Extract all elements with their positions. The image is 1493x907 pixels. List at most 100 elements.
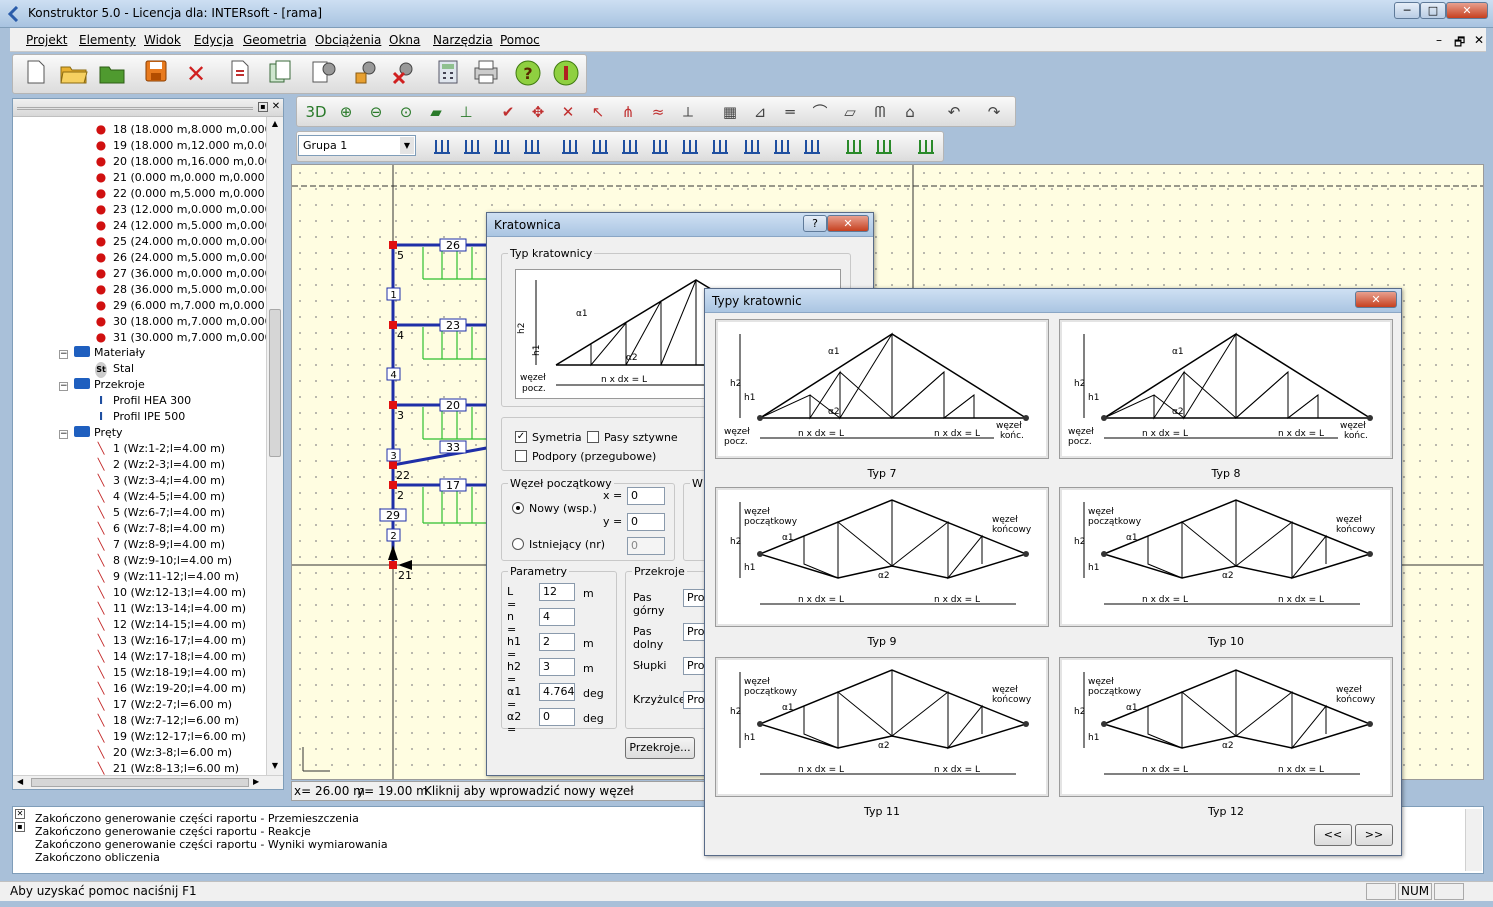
truss-type-card[interactable]: h2 h1 α1 α2 węzeł początkowy węzeł końcowy n x d…	[715, 657, 1049, 797]
tree-close-button[interactable]: ✕	[271, 102, 281, 112]
truss-type-card[interactable]: h2 h1 α1 α2 węzeł początkowy węzeł końcowy n x d…	[715, 487, 1049, 627]
load-temp-icon[interactable]	[559, 137, 581, 157]
roof-icon[interactable]: ⌂	[899, 102, 921, 122]
tree-item-node[interactable]: ● 27 (36.000 m,0.000 m,0.000 m)	[95, 265, 283, 281]
mdi-minimize-button[interactable]: –	[1436, 33, 1442, 47]
tree-item-bar[interactable]: ╲ 9 (Wz:11-12;l=4.00 m)	[95, 569, 239, 585]
mdi-restore-button[interactable]: 🗗	[1454, 33, 1465, 54]
tree-item-bar[interactable]: ╲ 1 (Wz:1-2;l=4.00 m)	[95, 441, 225, 457]
load-node1-icon[interactable]	[679, 137, 701, 157]
collapse-icon[interactable]: −	[59, 430, 68, 439]
zoom-fit-icon[interactable]: ⊙	[395, 102, 417, 122]
nr-input[interactable]: 0	[627, 537, 665, 555]
load-trap-icon[interactable]	[619, 137, 641, 157]
tree-item-bar[interactable]: ╲ 11 (Wz:13-14;l=4.00 m)	[95, 601, 246, 617]
tree-item-node[interactable]: ● 30 (18.000 m,7.000 m,0.000 m)	[95, 313, 283, 329]
menu-geometria[interactable]: Geometria	[243, 33, 306, 47]
maximize-button[interactable]: □	[1420, 2, 1446, 19]
tree-item-node[interactable]: ● 18 (18.000 m,8.000 m,0.000 m)	[95, 121, 283, 137]
tree-item-bar[interactable]: ╲ 4 (Wz:4-5;l=4.00 m)	[95, 489, 225, 505]
chevron-down-icon[interactable]: ▼	[400, 137, 414, 154]
delete-icon[interactable]: ✕	[181, 59, 211, 89]
log-restore-button[interactable]: ▪	[15, 822, 25, 832]
beam-view-icon[interactable]: ▰	[425, 102, 447, 122]
tree-hscroll-thumb[interactable]	[31, 778, 249, 787]
copy-icon[interactable]	[265, 59, 295, 89]
print-icon[interactable]	[471, 59, 501, 89]
tools-icon[interactable]	[351, 59, 381, 89]
param-input[interactable]: 4.764	[539, 683, 575, 701]
info-icon[interactable]	[551, 59, 581, 89]
calculator-icon[interactable]	[433, 59, 463, 89]
save-icon[interactable]	[141, 59, 171, 89]
scroll-left-icon[interactable]: ◀	[17, 777, 23, 786]
tree-item-material[interactable]: St Stal	[95, 361, 134, 378]
load-edit-icon[interactable]	[649, 137, 671, 157]
calc-gear2-icon[interactable]	[873, 137, 895, 157]
param-input[interactable]: 0	[539, 708, 575, 726]
truss-type-card[interactable]: h2 h1 α1 α2 węzeł początkowy węzeł końcowy n x d…	[1059, 657, 1393, 797]
menu-widok[interactable]: Widok	[144, 33, 181, 47]
tree-folder-materials[interactable]: − Materiały	[59, 345, 145, 361]
next-button[interactable]: >>	[1355, 824, 1393, 846]
load-point-icon[interactable]	[491, 137, 513, 157]
tree-item-bar[interactable]: ╲ 12 (Wz:14-15;l=4.00 m)	[95, 617, 246, 633]
tree-hscrollbar[interactable]: ◀ ▶	[13, 775, 283, 789]
tree-item-bar[interactable]: ╲ 17 (Wz:2-7;l=6.00 m)	[95, 697, 232, 713]
log-vscrollbar[interactable]	[1465, 809, 1482, 871]
close-button[interactable]: ✕	[1446, 2, 1488, 19]
truss-type-card[interactable]: h2 h1 α1 α2 węzeł pocz. węzeł końc. n x dx = Ln …	[715, 319, 1049, 459]
param-input[interactable]: 12	[539, 583, 575, 601]
tree-item-node[interactable]: ● 21 (0.000 m,0.000 m,0.000 m)	[95, 169, 283, 185]
tree-item-bar[interactable]: ╲ 3 (Wz:3-4;l=4.00 m)	[95, 473, 225, 489]
istniejacy-radio[interactable]	[512, 538, 524, 550]
tree-item-bar[interactable]: ╲ 16 (Wz:19-20;l=4.00 m)	[95, 681, 246, 697]
export-icon[interactable]	[225, 59, 255, 89]
load-moment-icon[interactable]	[521, 137, 543, 157]
tree-item-bar[interactable]: ╲ 18 (Wz:7-12;l=6.00 m)	[95, 713, 239, 729]
open-folder-icon[interactable]	[59, 59, 89, 89]
frame-icon[interactable]: ⟂	[677, 102, 699, 122]
truss-type-card[interactable]: h2 h1 α1 α2 węzeł początkowy węzeł końcowy n x d…	[1059, 487, 1393, 627]
tree-item-bar[interactable]: ╲ 20 (Wz:3-8;l=6.00 m)	[95, 745, 232, 761]
menu-elementy[interactable]: Elementy	[79, 33, 136, 47]
tree-gripper[interactable]	[17, 107, 253, 110]
arc-icon[interactable]: ⌒	[809, 102, 831, 122]
menu-narzedzia[interactable]: Narzędzia	[433, 33, 493, 47]
kratownica-close-button[interactable]: ✕	[827, 215, 869, 232]
load-paste-icon[interactable]	[771, 137, 793, 157]
tree-item-bar[interactable]: ╲ 14 (Wz:17-18;l=4.00 m)	[95, 649, 246, 665]
tools-delete-icon[interactable]	[389, 59, 419, 89]
tree-item-bar[interactable]: ╲ 10 (Wz:12-13;l=4.00 m)	[95, 585, 246, 601]
przekroje-button[interactable]: Przekroje...	[625, 737, 695, 759]
log-close-button[interactable]: ✕	[15, 809, 25, 819]
y-input[interactable]: 0	[627, 513, 665, 531]
load-bar-icon[interactable]	[589, 137, 611, 157]
podpory-checkbox[interactable]	[515, 450, 527, 462]
tree-item-bar[interactable]: ╲ 19 (Wz:12-17;l=6.00 m)	[95, 729, 246, 745]
beam-icon[interactable]: ═	[779, 102, 801, 122]
param-input[interactable]: 4	[539, 608, 575, 626]
group-select[interactable]: Grupa 1 ▼	[298, 135, 416, 156]
angle-icon[interactable]: ⊿	[749, 102, 771, 122]
load-combine-icon[interactable]	[801, 137, 823, 157]
scroll-down-icon[interactable]: ▼	[268, 761, 282, 773]
section-icon[interactable]: ⊥	[455, 102, 477, 122]
delete-node-icon[interactable]: ✕	[557, 102, 579, 122]
menu-pomoc[interactable]: Pomoc	[500, 33, 540, 47]
symetria-checkbox[interactable]: ✓	[515, 431, 527, 443]
view-3d-icon[interactable]: 3D	[305, 102, 327, 122]
tree-item-section[interactable]: I Profil IPE 500	[95, 409, 185, 425]
settings-icon[interactable]	[309, 59, 339, 89]
tree-item-bar[interactable]: ╲ 8 (Wz:9-10;l=4.00 m)	[95, 553, 232, 569]
node-add-icon[interactable]: ⋔	[617, 102, 639, 122]
move-icon[interactable]: ✥	[527, 102, 549, 122]
grid-icon[interactable]: ▦	[719, 102, 741, 122]
select-icon[interactable]: ↖	[587, 102, 609, 122]
menu-projekt[interactable]: Projekt	[26, 33, 67, 47]
load-dist-icon[interactable]	[431, 137, 453, 157]
nowy-radio[interactable]	[512, 502, 524, 514]
menu-okna[interactable]: Okna	[389, 33, 420, 47]
menu-edycja[interactable]: Edycja	[194, 33, 234, 47]
menu-obciazenia[interactable]: Obciążenia	[315, 33, 381, 47]
